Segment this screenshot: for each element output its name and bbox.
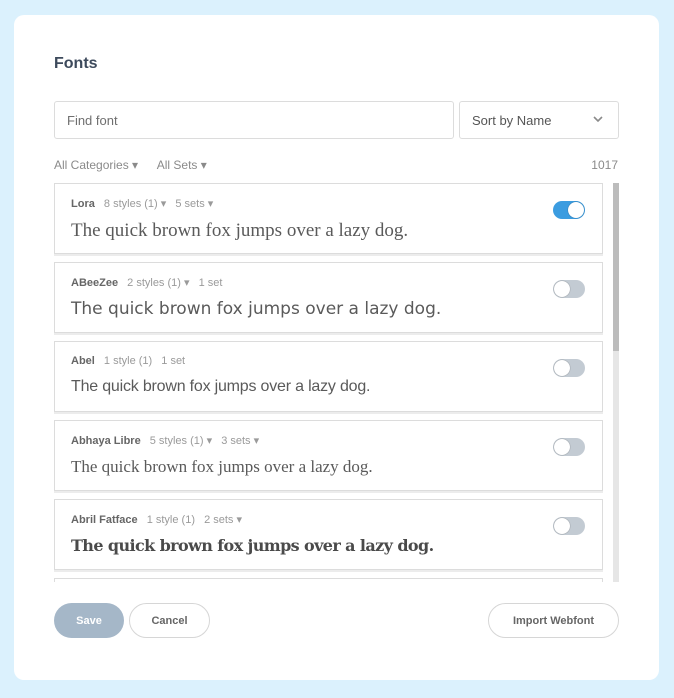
chevron-down-icon: [593, 116, 603, 123]
styles-label: 1 style (1): [146, 514, 195, 526]
toggle-knob: [554, 518, 570, 534]
font-list: Lora 8 styles (1) ▾ 5 sets ▾ The quick b…: [54, 183, 604, 582]
font-sample: The quick brown fox jumps over a lazy do…: [71, 536, 434, 555]
font-item-abhaya-libre[interactable]: Abhaya Libre 5 styles (1) ▾ 3 sets ▾ The…: [54, 420, 603, 491]
sets-filter-dropdown[interactable]: All Sets ▾: [157, 158, 207, 172]
sort-selected-value: Sort by Name: [472, 113, 552, 128]
font-sample: The quick brown fox jumps over a lazy do…: [71, 378, 371, 395]
font-enable-toggle[interactable]: [553, 517, 585, 535]
category-filter-dropdown[interactable]: All Categories ▾: [54, 158, 138, 172]
font-meta: Abril Fatface 1 style (1) 2 sets ▾: [71, 513, 248, 526]
dialog-title: Fonts: [54, 55, 98, 72]
font-list-scrollbar[interactable]: [613, 183, 619, 582]
sets-dropdown[interactable]: 2 sets ▾: [204, 514, 242, 526]
font-name: Abel: [71, 355, 95, 367]
toggle-knob: [554, 360, 570, 376]
cancel-button[interactable]: Cancel: [129, 603, 210, 638]
font-enable-toggle[interactable]: [553, 359, 585, 377]
font-enable-toggle[interactable]: [553, 280, 585, 298]
font-meta: Abhaya Libre 5 styles (1) ▾ 3 sets ▾: [71, 434, 265, 447]
font-name: Abril Fatface: [71, 514, 138, 526]
font-count: 1017: [591, 158, 618, 172]
toggle-knob: [554, 281, 570, 297]
font-sample: The quick brown fox jumps over a lazy do…: [71, 299, 442, 319]
filters-bar: All Categories ▾ All Sets ▾: [54, 158, 223, 172]
sets-label: 1 set: [198, 277, 223, 289]
scrollbar-thumb[interactable]: [613, 183, 619, 351]
sort-select[interactable]: Sort by Name: [459, 101, 619, 139]
find-font-input[interactable]: [54, 101, 454, 139]
font-item-abel[interactable]: Abel 1 style (1) 1 set The quick brown f…: [54, 341, 603, 412]
font-name: Abhaya Libre: [71, 435, 141, 447]
toggle-knob: [554, 439, 570, 455]
font-enable-toggle[interactable]: [553, 438, 585, 456]
save-button[interactable]: Save: [54, 603, 124, 638]
font-meta: Abel 1 style (1) 1 set: [71, 355, 191, 367]
font-item-lora[interactable]: Lora 8 styles (1) ▾ 5 sets ▾ The quick b…: [54, 183, 603, 254]
styles-label: 1 style (1): [103, 355, 153, 367]
toggle-knob: [568, 202, 584, 218]
styles-dropdown[interactable]: 2 styles (1) ▾: [127, 277, 189, 289]
font-item-abril-fatface[interactable]: Abril Fatface 1 style (1) 2 sets ▾ The q…: [54, 499, 603, 570]
sets-dropdown[interactable]: 3 sets ▾: [221, 435, 259, 447]
font-sample: The quick brown fox jumps over a lazy do…: [71, 220, 409, 241]
font-meta: ABeeZee 2 styles (1) ▾ 1 set: [71, 276, 228, 289]
sets-label: 1 set: [161, 355, 186, 367]
sets-dropdown[interactable]: 5 sets ▾: [175, 198, 213, 210]
font-enable-toggle[interactable]: [553, 201, 585, 219]
styles-dropdown[interactable]: 5 styles (1) ▾: [150, 435, 212, 447]
import-webfont-button[interactable]: Import Webfont: [488, 603, 619, 638]
font-item-abeezee[interactable]: ABeeZee 2 styles (1) ▾ 1 set The quick b…: [54, 262, 603, 333]
font-sample: The quick brown fox jumps over a lazy do…: [71, 457, 373, 476]
font-meta: Lora 8 styles (1) ▾ 5 sets ▾: [71, 197, 219, 210]
font-item-partial[interactable]: [54, 578, 603, 582]
fonts-dialog: Fonts Sort by Name All Categories ▾ All …: [14, 15, 659, 680]
styles-dropdown[interactable]: 8 styles (1) ▾: [104, 198, 166, 210]
font-name: Lora: [71, 198, 95, 210]
font-name: ABeeZee: [71, 277, 119, 289]
